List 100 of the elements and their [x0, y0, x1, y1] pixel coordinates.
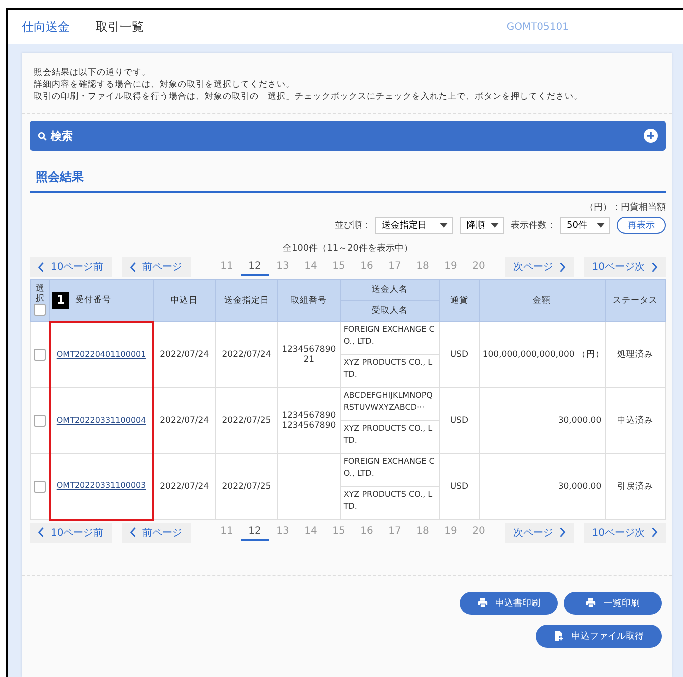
chevron-left-icon	[38, 262, 45, 272]
table-cell: USD	[439, 388, 480, 454]
page-number-link[interactable]: 16	[353, 258, 381, 276]
row-checkbox[interactable]	[34, 480, 46, 492]
chevron-right-icon	[651, 262, 658, 272]
select-all-checkbox[interactable]	[34, 304, 46, 316]
annotation-badge: 1	[52, 292, 70, 309]
chevron-left-icon	[38, 527, 45, 538]
column-header: 申込日	[153, 280, 216, 322]
chevron-right-icon	[559, 262, 566, 272]
table-cell: 2022/07/24	[216, 322, 278, 388]
previous-page-button[interactable]: 前ページ	[122, 257, 191, 277]
page-number-link[interactable]: 20	[465, 258, 493, 276]
table-cell: XYZ PRODUCTS CO., LTD.	[340, 354, 440, 388]
page-number-link[interactable]: 18	[409, 258, 437, 276]
chevron-left-icon	[130, 527, 137, 538]
page-number-link[interactable]: 14	[297, 258, 325, 276]
next-page-button[interactable]: 次ページ	[505, 257, 574, 277]
column-header: 通貨	[439, 280, 480, 322]
table-cell: 100,000,000,000,000 （円）	[479, 322, 606, 388]
table-cell: USD	[439, 454, 480, 520]
next-page-button[interactable]: 次ページ	[505, 522, 574, 542]
table-cell	[278, 454, 340, 520]
table-cell: 30,000.00	[479, 388, 606, 454]
search-icon	[38, 132, 47, 140]
dropdown-arrow-icon	[597, 223, 605, 228]
printer-icon	[478, 598, 488, 608]
page-size-dropdown[interactable]: 50件	[560, 217, 610, 234]
table-cell: 12345678901234567890	[278, 388, 340, 454]
column-header: 1 受付番号	[50, 280, 154, 322]
plus-icon	[644, 129, 658, 143]
column-header: 選択	[30, 280, 50, 322]
page-number-link[interactable]: 17	[381, 524, 409, 541]
printer-icon	[586, 598, 596, 608]
page-number-link[interactable]: 17	[381, 258, 409, 276]
row-checkbox[interactable]	[34, 414, 46, 426]
page-number-link[interactable]: 20	[465, 524, 493, 541]
category-title: 仕向送金	[22, 18, 70, 36]
table-cell: FOREIGN EXCHANGE CO., LTD.	[340, 322, 440, 354]
receipt-number-link[interactable]: OMT20220331100004	[56, 416, 146, 424]
table-cell: XYZ PRODUCTS CO., LTD.	[340, 420, 440, 454]
page-number-link[interactable]: 14	[297, 524, 325, 541]
sort-field-dropdown[interactable]: 送金指定日	[375, 217, 453, 234]
page-title: 取引一覧	[96, 18, 144, 36]
dropdown-arrow-icon	[491, 223, 499, 228]
page-number-link[interactable]: 18	[409, 524, 437, 541]
instruction-text: 取引の印刷・ファイル取得を行う場合は、対象の取引の「選択」チェックボックスにチェックを入れた上で、ボタンを押してください。	[34, 91, 584, 103]
next-10-pages-button[interactable]: 10ページ次	[584, 257, 666, 277]
page-number-link[interactable]: 19	[437, 524, 465, 541]
table-cell: FOREIGN EXCHANGE CO., LTD.	[340, 454, 440, 486]
page-number-link[interactable]: 11	[213, 258, 241, 276]
page-number-link[interactable]: 15	[325, 524, 353, 541]
table-cell: 処理済み	[605, 322, 666, 388]
table-cell: 123456789021	[278, 322, 340, 388]
print-button[interactable]: 一覧印刷	[564, 592, 662, 614]
table-cell: 2022/07/25	[216, 454, 278, 520]
instruction-text: 照会結果は以下の通りです。	[34, 67, 152, 79]
column-header: 取組番号	[278, 280, 340, 322]
file-download-button[interactable]: 申込ファイル取得	[536, 624, 662, 648]
table-cell: USD	[439, 322, 480, 388]
chevron-right-icon	[651, 527, 658, 538]
table-cell: 申込済み	[605, 388, 666, 454]
table-cell: 2022/07/24	[153, 322, 216, 388]
chevron-left-icon	[130, 262, 137, 272]
page-number-link[interactable]: 19	[437, 258, 465, 276]
screen-id: GOMT05101	[506, 22, 569, 32]
page-size-label: 表示件数：	[511, 220, 556, 232]
table-cell: 引戻済み	[605, 454, 666, 520]
table-cell: XYZ PRODUCTS CO., LTD.	[340, 486, 440, 520]
next-10-pages-button[interactable]: 10ページ次	[584, 522, 666, 542]
page-number-link[interactable]: 13	[269, 524, 297, 541]
table-cell: 2022/07/25	[216, 388, 278, 454]
previous-10-pages-button[interactable]: 10ページ前	[30, 522, 112, 542]
previous-10-pages-button[interactable]: 10ページ前	[30, 257, 112, 277]
refresh-button[interactable]: 再表示	[617, 217, 666, 234]
search-panel-toggle[interactable]: 検索	[30, 121, 666, 151]
file-add-icon	[554, 631, 564, 641]
unit-note: （円）：円貨相当額	[584, 202, 666, 214]
table-cell: 30,000.00	[479, 454, 606, 520]
table-cell: 2022/07/24	[153, 454, 216, 520]
column-header: 送金指定日	[216, 280, 278, 322]
page-number-link[interactable]: 13	[269, 258, 297, 276]
row-checkbox[interactable]	[34, 348, 46, 360]
table-cell: 2022/07/24	[153, 388, 216, 454]
section-heading: 照会結果	[30, 169, 666, 193]
column-header: ステータス	[605, 280, 666, 322]
page-number-link[interactable]: 12	[241, 258, 269, 276]
instruction-text: 詳細内容を確認する場合には、対象の取引を選択してください。	[34, 79, 296, 91]
column-header: 受取人名	[340, 300, 440, 322]
page-number-link[interactable]: 12	[241, 524, 269, 541]
sort-order-dropdown[interactable]: 降順	[460, 217, 504, 234]
chevron-right-icon	[559, 527, 566, 538]
column-header: 金額	[479, 280, 606, 322]
page-number-link[interactable]: 15	[325, 258, 353, 276]
page-number-link[interactable]: 11	[213, 524, 241, 541]
receipt-number-link[interactable]: OMT20220401100001	[56, 350, 146, 359]
receipt-number-link[interactable]: OMT20220331100003	[56, 481, 146, 490]
print-button[interactable]: 申込書印刷	[460, 592, 558, 614]
previous-page-button[interactable]: 前ページ	[122, 522, 191, 542]
page-number-link[interactable]: 16	[353, 524, 381, 541]
